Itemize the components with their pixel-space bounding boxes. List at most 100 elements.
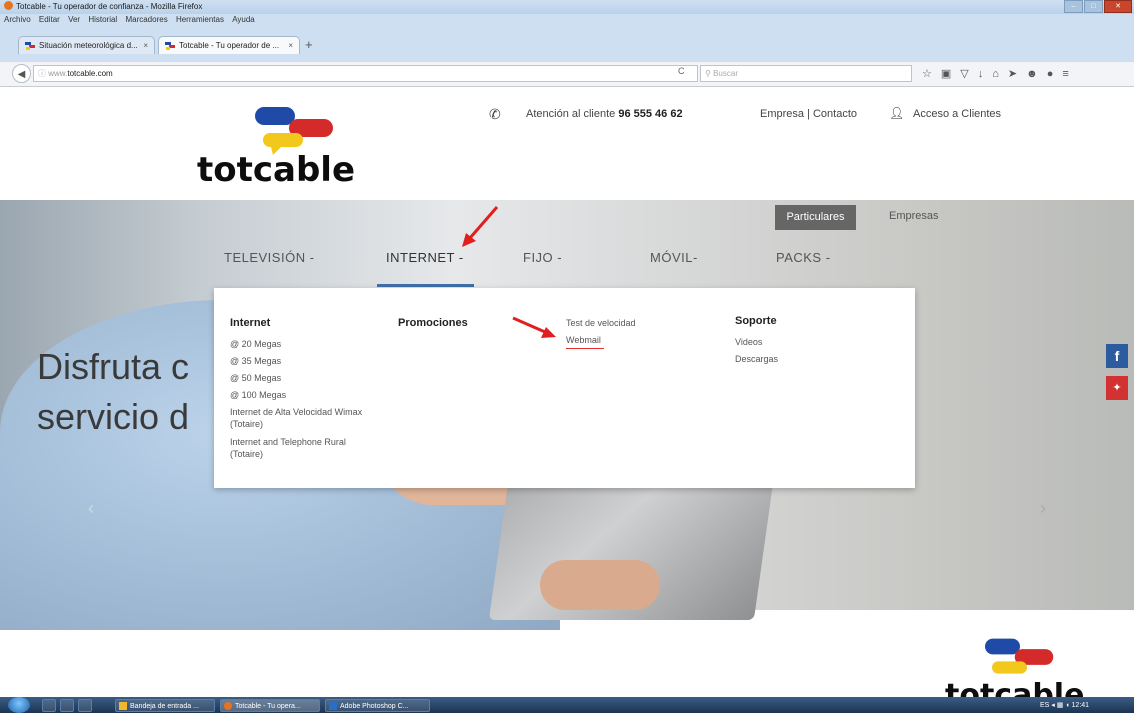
chat-icon[interactable]: ● <box>1047 64 1054 84</box>
menu-item-100-megas[interactable]: @ 100 Megas <box>230 389 286 401</box>
footer-logo-bubbles-icon <box>985 638 1054 674</box>
webmail-highlight-underline <box>566 348 604 349</box>
taskbar-item-firefox[interactable]: Totcable - Tu opera... <box>220 699 320 712</box>
menu-historial[interactable]: Historial <box>88 15 117 24</box>
show-desktop-icon[interactable] <box>42 699 56 712</box>
menu-ver[interactable]: Ver <box>68 15 80 24</box>
url-domain: totcable.com <box>67 69 113 78</box>
maximize-button[interactable]: □ <box>1084 0 1103 13</box>
tab-label: Totcable - Tu operador de ... <box>179 41 280 50</box>
taskbar-item-mail[interactable]: Bandeja de entrada ... <box>115 699 215 712</box>
menu-item-20-megas[interactable]: @ 20 Megas <box>230 338 281 350</box>
hero-headline-line1: Disfruta c <box>37 346 190 387</box>
send-icon[interactable]: ➤ <box>1008 64 1017 84</box>
star-icon[interactable]: ☆ <box>922 64 932 84</box>
site-favicon-icon <box>25 42 35 50</box>
nav-internet[interactable]: INTERNET - <box>386 250 464 265</box>
client-access-link[interactable]: Acceso a Clientes <box>913 108 1001 120</box>
site-logo[interactable]: totcable <box>197 150 355 190</box>
empresas-button[interactable]: Empresas <box>889 210 939 222</box>
menu-item-test-velocidad[interactable]: Test de velocidad <box>566 317 636 329</box>
tab-close-icon[interactable]: × <box>288 37 293 55</box>
tab-totcable[interactable]: Totcable - Tu operador de ... × <box>158 36 300 54</box>
firefox-icon <box>224 702 232 710</box>
menu-ayuda[interactable]: Ayuda <box>232 15 255 24</box>
twitter-button[interactable]: ✦ <box>1106 376 1128 400</box>
nav-fijo[interactable]: FIJO - <box>523 250 562 265</box>
phone-icon: ✆ <box>489 106 501 122</box>
menu-heading-soporte: Soporte <box>735 315 777 327</box>
search-input[interactable]: ⚲ Buscar <box>700 65 912 82</box>
nav-active-indicator <box>377 284 474 287</box>
user-icon: 👤︎ <box>889 106 905 120</box>
url-bar[interactable]: ⓘ www.totcable.com <box>33 65 698 82</box>
menu-item-35-megas[interactable]: @ 35 Megas <box>230 355 281 367</box>
menu-heading-internet: Internet <box>230 317 271 329</box>
search-placeholder: Buscar <box>713 69 738 78</box>
system-tray: ES ◂ ▦ ◖ 12:41 <box>1040 699 1089 712</box>
photoshop-icon <box>329 702 337 710</box>
toolbar-icons: ☆ ▣ ▽ ↓ ⌂ ➤ ☻ ● ≡ <box>922 64 1069 84</box>
close-window-button[interactable]: ✕ <box>1104 0 1132 13</box>
nav-movil[interactable]: MÓVIL- <box>650 250 698 265</box>
window-titlebar: Totcable - Tu operador de confianza - Mo… <box>0 0 1134 14</box>
folder-icon[interactable] <box>78 699 92 712</box>
nav-television[interactable]: TELEVISIÓN - <box>224 250 315 265</box>
hero-hand-image <box>540 560 660 610</box>
volume-icon[interactable]: ◖ <box>1065 702 1069 709</box>
menu-icon[interactable]: ≡ <box>1062 64 1068 84</box>
customer-service-phone: Atención al cliente 96 555 46 62 <box>526 108 683 120</box>
network-icon[interactable]: ▦ <box>1057 702 1064 709</box>
nav-packs[interactable]: PACKS - <box>776 250 831 265</box>
home-icon[interactable]: ⌂ <box>992 64 999 84</box>
menu-item-wimax[interactable]: Internet de Alta Velocidad Wimax (Totair… <box>230 406 370 430</box>
menubar: Archivo Editar Ver Historial Marcadores … <box>0 14 1134 26</box>
menu-marcadores[interactable]: Marcadores <box>125 15 167 24</box>
taskbar-label: Totcable - Tu opera... <box>235 703 301 710</box>
window-title: Totcable - Tu operador de confianza - Mo… <box>16 2 203 11</box>
facebook-button[interactable]: f <box>1106 344 1128 368</box>
twitter-icon: ✦ <box>1112 382 1122 394</box>
taskbar-label: Adobe Photoshop C... <box>340 703 409 710</box>
explorer-icon[interactable] <box>60 699 74 712</box>
phone-label: Atención al cliente <box>526 108 616 120</box>
new-tab-button[interactable]: + <box>305 36 313 54</box>
menu-item-videos[interactable]: Videos <box>735 336 762 348</box>
menu-herramientas[interactable]: Herramientas <box>176 15 224 24</box>
firefox-icon <box>4 1 13 10</box>
taskbar-item-photoshop[interactable]: Adobe Photoshop C... <box>325 699 430 712</box>
slider-next-icon[interactable]: › <box>1040 498 1046 519</box>
menu-item-webmail[interactable]: Webmail <box>566 334 601 346</box>
start-button[interactable] <box>8 697 30 713</box>
particulares-button[interactable]: Particulares <box>775 205 856 230</box>
hero-headline-line2: servicio d <box>37 396 190 437</box>
empresa-contacto-link[interactable]: Empresa | Contacto <box>760 108 857 120</box>
arrow-left-icon: ◀ <box>17 69 26 80</box>
menu-heading-promociones[interactable]: Promociones <box>398 317 468 329</box>
search-icon: ⚲ <box>705 69 711 78</box>
slider-prev-icon[interactable]: ‹ <box>88 498 94 519</box>
menu-archivo[interactable]: Archivo <box>4 15 31 24</box>
window-controls: – □ ✕ <box>1064 0 1132 13</box>
menu-editar[interactable]: Editar <box>39 15 60 24</box>
clock[interactable]: 12:41 <box>1072 702 1090 709</box>
reload-icon[interactable]: C <box>678 66 685 76</box>
back-button[interactable]: ◀ <box>12 64 31 83</box>
tab-close-icon[interactable]: × <box>143 37 148 55</box>
facebook-icon: f <box>1114 348 1120 364</box>
tab-label: Situación meteorológica d... <box>39 41 138 50</box>
smiley-icon[interactable]: ☻ <box>1026 64 1038 84</box>
tray-arrow-icon[interactable]: ◂ <box>1051 702 1055 709</box>
phone-number[interactable]: 96 555 46 62 <box>618 108 682 120</box>
info-icon[interactable]: ⓘ <box>38 69 46 78</box>
menu-item-rural[interactable]: Internet and Telephone Rural (Totaire) <box>230 436 370 460</box>
tab-situacion-meteorologica[interactable]: Situación meteorológica d... × <box>18 36 155 54</box>
pocket-icon[interactable]: ▽ <box>960 64 968 84</box>
minimize-button[interactable]: – <box>1064 0 1083 13</box>
menu-item-descargas[interactable]: Descargas <box>735 353 778 365</box>
site-favicon-icon <box>165 42 175 50</box>
language-indicator[interactable]: ES <box>1040 702 1049 709</box>
menu-item-50-megas[interactable]: @ 50 Megas <box>230 372 281 384</box>
clipboard-icon[interactable]: ▣ <box>941 64 951 84</box>
download-icon[interactable]: ↓ <box>978 64 984 84</box>
